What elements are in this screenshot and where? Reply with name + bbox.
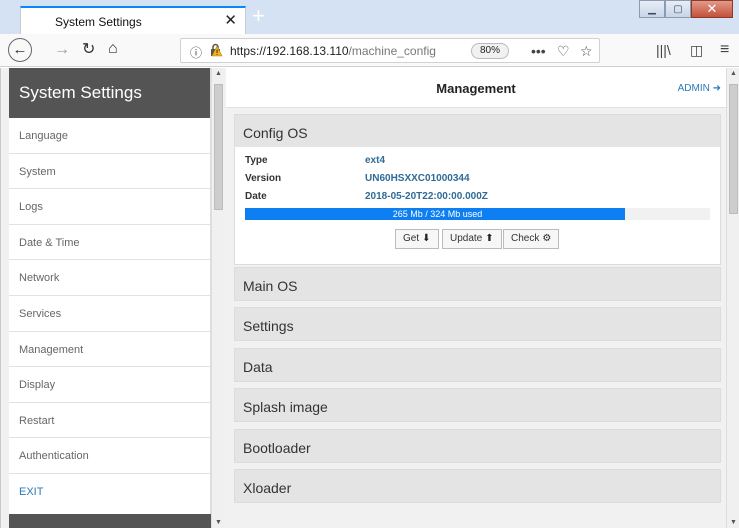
panel-xloader[interactable]: Xloader <box>234 469 721 503</box>
panel-title-settings[interactable]: Settings <box>235 308 720 334</box>
scroll-down-icon[interactable]: ▼ <box>215 519 222 526</box>
panel-title-data[interactable]: Data <box>235 349 720 375</box>
panel-title-splash-image[interactable]: Splash image <box>235 389 720 415</box>
page-scrollbar[interactable]: ▲ ▼ <box>726 68 739 528</box>
storage-usage-text: 265 Mb / 324 Mb used <box>392 209 483 219</box>
storage-usage-fill: 265 Mb / 324 Mb used <box>245 208 626 220</box>
sidebar-item-authentication[interactable]: Authentication <box>9 438 210 474</box>
panel-title-main-os[interactable]: Main OS <box>235 268 720 294</box>
date-value: 2018-05-20T22:00:00.000Z <box>365 191 488 202</box>
menu-icon[interactable]: ≡ <box>720 41 729 59</box>
page-scrollbar-thumb[interactable] <box>729 84 738 214</box>
main-content: Management ADMIN ➜ Config OS Type ext4 V… <box>226 68 726 528</box>
download-icon: ⬇ <box>422 233 431 244</box>
check-label: Check <box>511 233 540 244</box>
zoom-level[interactable]: 80% <box>471 43 510 59</box>
storage-usage-bar: 265 Mb / 324 Mb used <box>245 208 710 220</box>
update-button[interactable]: Update ⬆ <box>442 229 502 249</box>
url-text[interactable]: https://192.168.13.110/machine_config <box>230 44 452 58</box>
home-icon[interactable]: ⌂ <box>108 41 118 57</box>
admin-label: ADMIN <box>677 83 710 94</box>
tab-title: System Settings <box>55 15 142 29</box>
get-button[interactable]: Get ⬇ <box>395 229 439 249</box>
sidebar-item-system[interactable]: System <box>9 154 210 190</box>
sidebar-scrollbar-thumb[interactable] <box>214 84 223 210</box>
date-label: Date <box>245 191 267 202</box>
settings-sidebar: System Settings Language System Logs Dat… <box>9 68 211 528</box>
panel-title-config-os[interactable]: Config OS <box>235 115 720 141</box>
sidebar-scrollbar[interactable]: ▲ ▼ <box>211 68 225 528</box>
library-icon[interactable]: |||\ <box>656 42 671 58</box>
url-path: /machine_config <box>348 44 436 58</box>
url-host: https://192.168.13.110 <box>230 44 349 58</box>
browser-titlebar: System Settings ✕ + ▁ ▢ ✕ <box>0 0 739 34</box>
type-value: ext4 <box>365 155 386 166</box>
type-label: Type <box>245 155 268 166</box>
back-arrow-icon[interactable]: ← <box>8 38 32 62</box>
panel-main-os[interactable]: Main OS <box>234 267 721 301</box>
sidebar-footer <box>9 514 211 528</box>
page-title: Management <box>436 81 516 96</box>
window-controls: ▁ ▢ ✕ <box>639 0 733 20</box>
sidebar-item-services[interactable]: Services <box>9 296 210 332</box>
scroll-up-icon[interactable]: ▲ <box>215 70 222 77</box>
panel-splash-image[interactable]: Splash image <box>234 388 721 422</box>
panel-data[interactable]: Data <box>234 348 721 382</box>
main-header: Management ADMIN ➜ <box>226 68 726 108</box>
maximize-icon[interactable]: ▢ <box>665 0 691 18</box>
bookmark-star-icon[interactable]: ☆ <box>580 43 593 60</box>
minimize-icon[interactable]: ▁ <box>639 0 665 18</box>
panel-settings[interactable]: Settings <box>234 307 721 341</box>
tab-close-icon[interactable]: ✕ <box>224 11 237 29</box>
page-scroll-up-icon[interactable]: ▲ <box>730 70 737 77</box>
version-value: UN60HSXXC01000344 <box>365 173 470 184</box>
sidebar-toggle-icon[interactable]: ◫ <box>690 42 703 59</box>
page-scroll-down-icon[interactable]: ▼ <box>730 519 737 526</box>
forward-arrow-icon[interactable]: → <box>54 42 70 58</box>
sidebar-item-logs[interactable]: Logs <box>9 189 210 225</box>
panel-title-bootloader[interactable]: Bootloader <box>235 430 720 456</box>
url-bar[interactable]: ⓘ https://192.168.13.110/machine_config … <box>180 38 600 63</box>
sidebar-item-restart[interactable]: Restart <box>9 403 210 439</box>
sidebar-item-language[interactable]: Language <box>9 118 210 154</box>
version-label: Version <box>245 173 282 184</box>
insecure-lock-icon[interactable] <box>209 43 223 57</box>
check-button[interactable]: Check ⚙ <box>503 229 560 249</box>
sidebar-title: System Settings <box>9 68 210 118</box>
info-icon[interactable]: ⓘ <box>190 44 202 61</box>
window-close-icon[interactable]: ✕ <box>691 0 733 18</box>
browser-navbar: ← → ↻ ⌂ ⓘ https://192.168.13.110/machine… <box>0 34 739 67</box>
get-label: Get <box>403 233 420 244</box>
update-label: Update <box>450 233 483 244</box>
sidebar-item-date-time[interactable]: Date & Time <box>9 225 210 261</box>
sidebar-item-management[interactable]: Management <box>9 332 210 368</box>
upload-icon: ⬆ <box>485 233 494 244</box>
logout-icon: ➜ <box>712 83 721 94</box>
page-actions-icon[interactable]: ••• <box>531 43 546 59</box>
config-os-body: Type ext4 Version UN60HSXXC01000344 Date… <box>235 147 720 264</box>
reload-icon[interactable]: ↻ <box>82 42 95 58</box>
gear-icon: ⚙ <box>542 233 552 244</box>
page-viewport: System Settings Language System Logs Dat… <box>0 68 739 528</box>
pocket-icon[interactable]: ♡ <box>557 43 570 60</box>
panel-title-xloader[interactable]: Xloader <box>235 470 720 496</box>
panel-bootloader[interactable]: Bootloader <box>234 429 721 463</box>
new-tab-icon[interactable]: + <box>252 5 265 27</box>
sidebar-item-exit[interactable]: EXIT <box>9 474 210 510</box>
sidebar-item-network[interactable]: Network <box>9 260 210 296</box>
panel-config-os: Config OS Type ext4 Version UN60HSXXC010… <box>234 114 721 265</box>
browser-tab[interactable]: System Settings ✕ <box>20 6 246 34</box>
admin-logout-link[interactable]: ADMIN ➜ <box>678 83 721 94</box>
sidebar-item-display[interactable]: Display <box>9 367 210 403</box>
